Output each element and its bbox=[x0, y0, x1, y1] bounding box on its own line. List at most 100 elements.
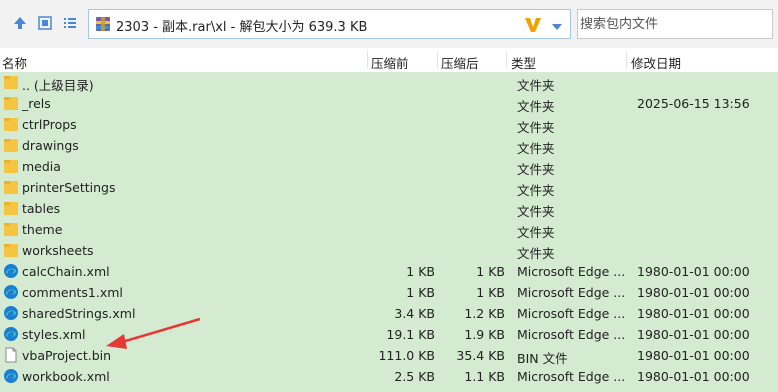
folder-icon bbox=[3, 242, 19, 258]
table-row[interactable]: drawings 文件夹 bbox=[0, 135, 778, 156]
file-modified-date: 2025-06-15 13:56 bbox=[637, 96, 750, 111]
file-modified-date: 1980-01-01 00:00 bbox=[637, 369, 750, 384]
list-view-icon[interactable] bbox=[61, 14, 79, 32]
table-row[interactable]: calcChain.xml 1 KB 1 KB Microsoft Edge ... 1… bbox=[0, 261, 778, 282]
folder-icon bbox=[3, 137, 19, 153]
v-logo-icon[interactable] bbox=[523, 15, 543, 35]
file-type: 文件夹 bbox=[517, 246, 555, 261]
file-name: workbook.xml bbox=[22, 369, 110, 384]
file-type: 文件夹 bbox=[517, 99, 555, 114]
file-name: tables bbox=[22, 201, 61, 216]
file-compressed-size: 3.4 KB bbox=[394, 306, 435, 321]
folder-icon bbox=[3, 179, 19, 195]
column-compressed[interactable]: 压缩前 bbox=[371, 53, 409, 72]
file-type: Microsoft Edge ... bbox=[517, 327, 626, 342]
file-name: theme bbox=[22, 222, 63, 237]
file-modified-date: 1980-01-01 00:00 bbox=[637, 306, 750, 321]
file-type: 文件夹 bbox=[517, 141, 555, 156]
file-compressed-size: 19.1 KB bbox=[386, 327, 435, 342]
file-type: 文件夹 bbox=[517, 183, 555, 198]
file-type: 文件夹 bbox=[517, 225, 555, 240]
column-divider[interactable] bbox=[506, 51, 507, 68]
file-icon bbox=[3, 347, 19, 363]
file-packed-size: 1.2 KB bbox=[464, 306, 505, 321]
rar-archive-icon bbox=[95, 16, 111, 32]
column-divider[interactable] bbox=[626, 51, 627, 68]
table-row[interactable]: sharedStrings.xml 3.4 KB 1.2 KB Microsoft E… bbox=[0, 303, 778, 324]
table-row[interactable]: printerSettings 文件夹 bbox=[0, 177, 778, 198]
table-row[interactable]: theme 文件夹 bbox=[0, 219, 778, 240]
file-compressed-size: 2.5 KB bbox=[394, 369, 435, 384]
table-row[interactable]: media 文件夹 bbox=[0, 156, 778, 177]
table-row[interactable]: vbaProject.bin 111.0 KB 35.4 KB BIN 文件 1980-… bbox=[0, 345, 778, 366]
table-row[interactable]: styles.xml 19.1 KB 1.9 KB Microsoft Edge ..… bbox=[0, 324, 778, 345]
folder-icon bbox=[3, 74, 19, 90]
file-name: _rels bbox=[22, 96, 51, 111]
file-packed-size: 35.4 KB bbox=[456, 348, 505, 363]
file-name: printerSettings bbox=[22, 180, 116, 195]
column-type[interactable]: 类型 bbox=[511, 53, 536, 72]
file-type: BIN 文件 bbox=[517, 351, 568, 366]
file-type: 文件夹 bbox=[517, 162, 555, 177]
table-row[interactable]: .. (上级目录) 文件夹 bbox=[0, 72, 778, 93]
file-name: calcChain.xml bbox=[22, 264, 110, 279]
folder-icon bbox=[3, 158, 19, 174]
file-modified-date: 1980-01-01 00:00 bbox=[637, 285, 750, 300]
file-type: Microsoft Edge ... bbox=[517, 306, 626, 321]
file-type: Microsoft Edge ... bbox=[517, 264, 626, 279]
file-compressed-size: 1 KB bbox=[406, 264, 435, 279]
file-type: 文件夹 bbox=[517, 204, 555, 219]
file-type: 文件夹 bbox=[517, 78, 555, 93]
address-bar[interactable]: 2303 - 副本.rar\xl - 解包大小为 639.3 KB bbox=[88, 9, 571, 39]
file-modified-date: 1980-01-01 00:00 bbox=[637, 327, 750, 342]
folder-icon bbox=[3, 221, 19, 237]
column-divider[interactable] bbox=[437, 51, 438, 68]
file-packed-size: 1.1 KB bbox=[464, 369, 505, 384]
file-type: 文件夹 bbox=[517, 120, 555, 135]
file-packed-size: 1 KB bbox=[476, 264, 505, 279]
search-box[interactable] bbox=[577, 9, 774, 39]
file-list: .. (上级目录) 文件夹 _rels 文件夹 2025-06-15 13:56 ctrl… bbox=[0, 72, 778, 392]
chevron-down-icon[interactable] bbox=[551, 20, 563, 30]
table-row[interactable]: workbook.xml 2.5 KB 1.1 KB Microsoft Edge .… bbox=[0, 366, 778, 387]
edge-icon bbox=[3, 284, 19, 300]
file-name: ctrlProps bbox=[22, 117, 77, 132]
folder-icon bbox=[3, 95, 19, 111]
edge-icon bbox=[3, 368, 19, 384]
file-name: styles.xml bbox=[22, 327, 86, 342]
search-input[interactable] bbox=[578, 10, 774, 38]
file-name: worksheets bbox=[22, 243, 94, 258]
file-packed-size: 1.9 KB bbox=[464, 327, 505, 342]
column-name[interactable]: 名称 bbox=[2, 53, 27, 72]
file-name: sharedStrings.xml bbox=[22, 306, 136, 321]
folder-icon bbox=[3, 116, 19, 132]
file-type: Microsoft Edge ... bbox=[517, 369, 626, 384]
details-view-icon[interactable] bbox=[36, 14, 54, 32]
file-name: media bbox=[22, 159, 61, 174]
edge-icon bbox=[3, 326, 19, 342]
archive-path: 2303 - 副本.rar\xl - 解包大小为 639.3 KB bbox=[116, 20, 368, 35]
file-name: comments1.xml bbox=[22, 285, 123, 300]
file-packed-size: 1 KB bbox=[476, 285, 505, 300]
edge-icon bbox=[3, 305, 19, 321]
column-divider[interactable] bbox=[367, 51, 368, 68]
toolbar: 2303 - 副本.rar\xl - 解包大小为 639.3 KB bbox=[0, 0, 778, 48]
column-modified[interactable]: 修改日期 bbox=[631, 53, 681, 72]
column-packed[interactable]: 压缩后 bbox=[441, 53, 479, 72]
file-modified-date: 1980-01-01 00:00 bbox=[637, 264, 750, 279]
file-compressed-size: 1 KB bbox=[406, 285, 435, 300]
column-header: 名称 压缩前 压缩后 类型 修改日期 bbox=[0, 48, 778, 73]
table-row[interactable]: tables 文件夹 bbox=[0, 198, 778, 219]
edge-icon bbox=[3, 263, 19, 279]
table-row[interactable]: comments1.xml 1 KB 1 KB Microsoft Edge ... 1… bbox=[0, 282, 778, 303]
table-row[interactable]: _rels 文件夹 2025-06-15 13:56 bbox=[0, 93, 778, 114]
file-modified-date: 1980-01-01 00:00 bbox=[637, 348, 750, 363]
file-name: .. (上级目录) bbox=[22, 78, 94, 93]
file-compressed-size: 111.0 KB bbox=[378, 348, 435, 363]
table-row[interactable]: ctrlProps 文件夹 bbox=[0, 114, 778, 135]
up-arrow-icon[interactable] bbox=[11, 14, 29, 32]
file-name: vbaProject.bin bbox=[22, 348, 112, 363]
table-row[interactable]: worksheets 文件夹 bbox=[0, 240, 778, 261]
folder-icon bbox=[3, 200, 19, 216]
file-type: Microsoft Edge ... bbox=[517, 285, 626, 300]
